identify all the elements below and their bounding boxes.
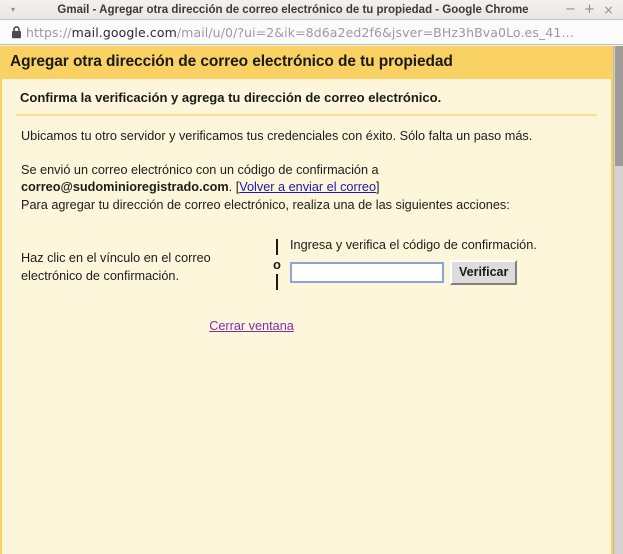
close-button[interactable]: × xyxy=(600,1,617,18)
content-panel: Confirma la verificación y agrega tu dir… xyxy=(0,79,613,554)
option-click-link: Haz clic en el vínculo en el correo elec… xyxy=(21,251,211,284)
resend-suffix: ] xyxy=(376,180,380,195)
verify-button[interactable]: Verificar xyxy=(450,260,518,286)
confirmation-sent-text: Se envió un correo electrónico con un có… xyxy=(12,146,601,215)
resend-email-link[interactable]: Volver a enviar el correo xyxy=(239,180,376,194)
page-content: Agregar otra dirección de correo electró… xyxy=(0,46,613,554)
close-window-link[interactable]: Cerrar ventana xyxy=(209,319,294,333)
page-title: Agregar otra dirección de correo electró… xyxy=(10,53,453,70)
maximize-button[interactable]: + xyxy=(581,1,598,18)
window-menu-icon[interactable]: ▾ xyxy=(0,4,26,14)
page-banner: Agregar otra dirección de correo electró… xyxy=(0,46,613,79)
instructions-text: Para agregar tu dirección de correo elec… xyxy=(21,197,510,212)
url-path: /mail/u/0/?ui=2&ik=8d6a2ed2f6&jsver=BHz3… xyxy=(176,24,574,40)
intro-text: Ubicamos tu otro servidor y verificamos … xyxy=(21,129,533,143)
email-address: correo@sudominioregistrado.com xyxy=(21,180,229,195)
sent-line-text: Se envió un correo electrónico con un có… xyxy=(21,162,379,177)
url-text: https://mail.google.com/mail/u/0/?ui=2&i… xyxy=(26,25,574,40)
or-separator: o xyxy=(264,236,290,291)
url-scheme: https:// xyxy=(26,24,72,40)
minimize-button[interactable]: − xyxy=(562,1,579,18)
close-window-row: Cerrar ventana xyxy=(12,290,601,335)
or-label: o xyxy=(273,257,281,273)
confirmation-code-input[interactable] xyxy=(290,262,444,284)
chevron-down-icon: ▾ xyxy=(10,4,15,14)
action-options: Haz clic en el vínculo en el correo elec… xyxy=(12,214,601,291)
resend-prefix: . [ xyxy=(228,180,240,195)
window-controls: − + × xyxy=(562,1,623,18)
lock-icon xyxy=(6,25,26,39)
vertical-scrollbar[interactable] xyxy=(613,46,623,554)
code-entry-row: Verificar xyxy=(290,254,537,286)
window-titlebar: ▾ Gmail - Agregar otra dirección de corr… xyxy=(0,0,623,20)
option-enter-code-label: Ingresa y verifica el código de confirma… xyxy=(290,238,537,253)
or-bar-top xyxy=(276,239,278,256)
address-bar[interactable]: https://mail.google.com/mail/u/0/?ui=2&i… xyxy=(0,20,623,45)
url-host: mail.google.com xyxy=(71,24,177,40)
scrollbar-thumb[interactable] xyxy=(615,46,623,166)
or-bar-bottom xyxy=(276,274,278,291)
section-heading: Confirma la verificación y agrega tu dir… xyxy=(20,90,442,105)
window-title: Gmail - Agregar otra dirección de correo… xyxy=(57,3,529,16)
option-enter-code: Ingresa y verifica el código de confirma… xyxy=(290,236,537,286)
